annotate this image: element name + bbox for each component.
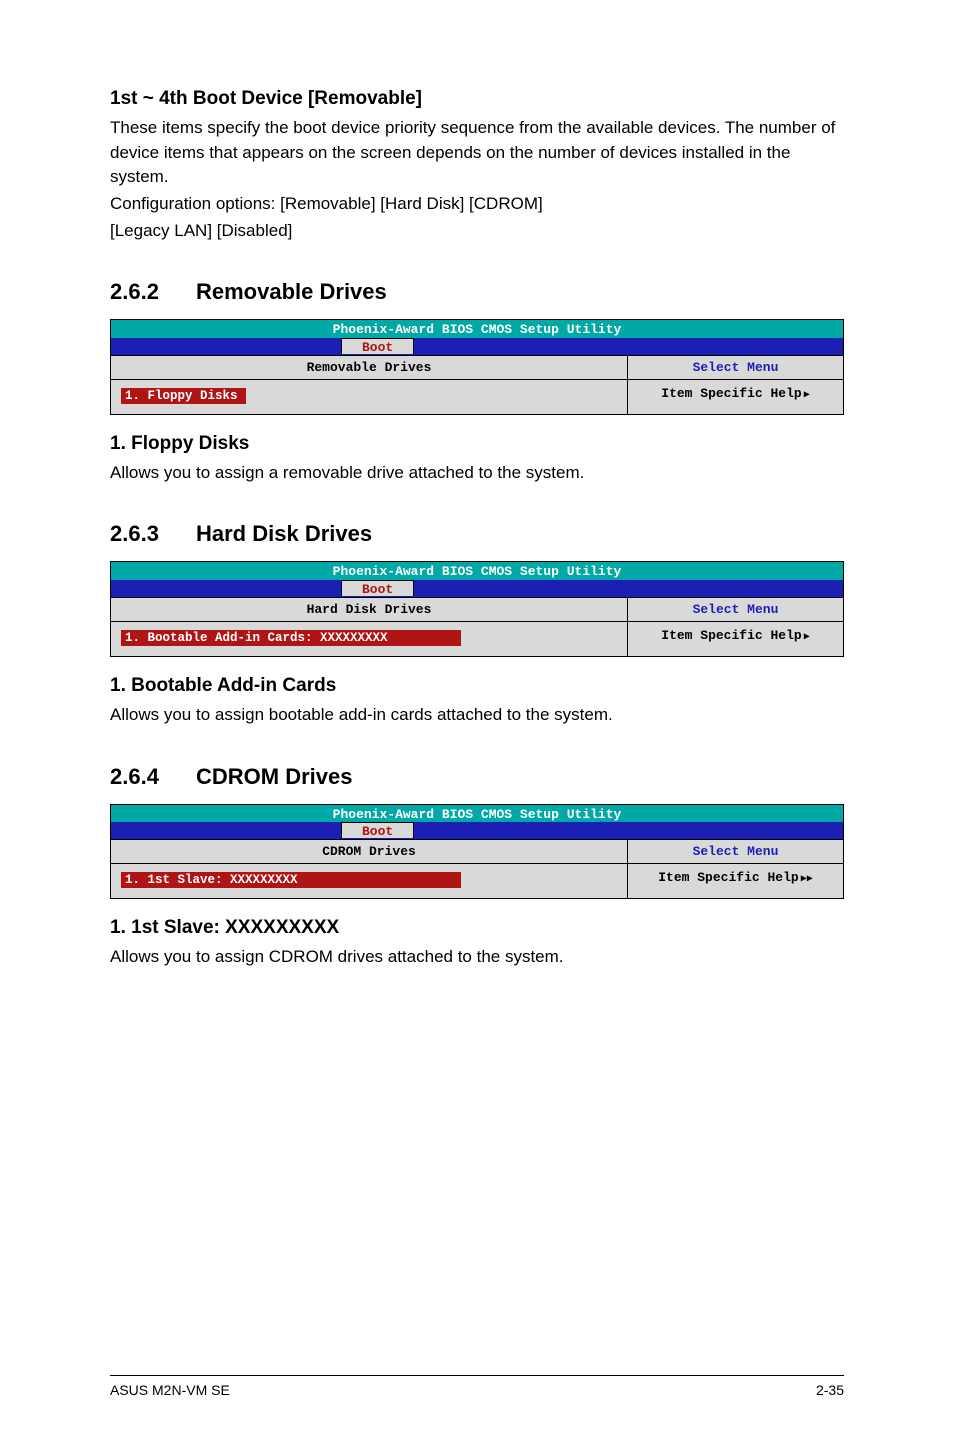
bios-panel-title: Hard Disk Drives: [111, 598, 628, 621]
bios-content-row: 1. Floppy Disks Item Specific Help▶: [111, 379, 843, 414]
bios-tab-row: Boot: [111, 338, 843, 355]
bios-tab-boot: Boot: [341, 822, 414, 838]
bios-title-bar: Phoenix-Award BIOS CMOS Setup Utility: [111, 805, 843, 823]
section-263-name: Hard Disk Drives: [196, 521, 372, 547]
bios-tab-boot: Boot: [341, 338, 414, 354]
bios-select-menu-label: Select Menu: [628, 598, 843, 621]
triangle-right-icon: ▶: [804, 633, 810, 643]
heading-bootable-addin: 1. Bootable Add-in Cards: [110, 675, 844, 697]
bios-panel-title: CDROM Drives: [111, 840, 628, 863]
bios-content-row: 1. Bootable Add-in Cards: XXXXXXXXX Item…: [111, 621, 843, 656]
section-262-number: 2.6.2: [110, 279, 166, 305]
section-264-number: 2.6.4: [110, 764, 166, 790]
bios-screenshot-harddisk: Phoenix-Award BIOS CMOS Setup Utility Bo…: [110, 561, 844, 657]
bios-header-row: CDROM Drives Select Menu: [111, 839, 843, 863]
section-264-name: CDROM Drives: [196, 764, 352, 790]
bios-help-text: Item Specific Help: [661, 628, 801, 643]
paragraph-addin-desc: Allows you to assign bootable add-in car…: [110, 703, 844, 728]
bios-tab-row: Boot: [111, 822, 843, 839]
section-263-number: 2.6.3: [110, 521, 166, 547]
bios-tab-row: Boot: [111, 580, 843, 597]
bios-title-bar: Phoenix-Award BIOS CMOS Setup Utility: [111, 562, 843, 580]
section-262-name: Removable Drives: [196, 279, 387, 305]
bios-tab-boot: Boot: [341, 580, 414, 596]
bios-item-list: 1. Floppy Disks: [111, 380, 628, 414]
triangle-right-icon: ▶: [804, 391, 810, 401]
bios-help-text: Item Specific Help: [658, 870, 798, 885]
heading-boot-device: 1st ~ 4th Boot Device [Removable]: [110, 88, 844, 110]
heading-floppy-disks: 1. Floppy Disks: [110, 433, 844, 455]
bios-header-row: Removable Drives Select Menu: [111, 355, 843, 379]
paragraph-config-options-2: [Legacy LAN] [Disabled]: [110, 219, 844, 244]
section-263-title: 2.6.3 Hard Disk Drives: [110, 521, 844, 547]
heading-1st-slave: 1. 1st Slave: XXXXXXXXX: [110, 917, 844, 939]
bios-select-menu-label: Select Menu: [628, 356, 843, 379]
bios-header-row: Hard Disk Drives Select Menu: [111, 597, 843, 621]
bios-help-panel: Item Specific Help▶: [628, 622, 843, 656]
footer-product: ASUS M2N-VM SE: [110, 1382, 230, 1398]
paragraph-config-options: Configuration options: [Removable] [Hard…: [110, 192, 844, 217]
bios-selected-item-floppy: 1. Floppy Disks: [121, 388, 246, 404]
paragraph-boot-desc: These items specify the boot device prio…: [110, 116, 844, 190]
bios-screenshot-removable: Phoenix-Award BIOS CMOS Setup Utility Bo…: [110, 319, 844, 415]
bios-item-list: 1. 1st Slave: XXXXXXXXX: [111, 864, 628, 898]
page-footer: ASUS M2N-VM SE 2-35: [110, 1375, 844, 1398]
bios-selected-item-slave: 1. 1st Slave: XXXXXXXXX: [121, 872, 461, 888]
bios-help-text: Item Specific Help: [661, 386, 801, 401]
bios-selected-item-addin: 1. Bootable Add-in Cards: XXXXXXXXX: [121, 630, 461, 646]
bios-panel-title: Removable Drives: [111, 356, 628, 379]
footer-page-number: 2-35: [816, 1382, 844, 1398]
bios-help-panel: Item Specific Help▶: [628, 380, 843, 414]
bios-screenshot-cdrom: Phoenix-Award BIOS CMOS Setup Utility Bo…: [110, 804, 844, 900]
bios-help-panel: Item Specific Help▶▶: [628, 864, 843, 898]
paragraph-floppy-desc: Allows you to assign a removable drive a…: [110, 461, 844, 486]
section-262-title: 2.6.2 Removable Drives: [110, 279, 844, 305]
paragraph-cdrom-desc: Allows you to assign CDROM drives attach…: [110, 945, 844, 970]
bios-item-list: 1. Bootable Add-in Cards: XXXXXXXXX: [111, 622, 628, 656]
section-264-title: 2.6.4 CDROM Drives: [110, 764, 844, 790]
bios-select-menu-label: Select Menu: [628, 840, 843, 863]
bios-content-row: 1. 1st Slave: XXXXXXXXX Item Specific He…: [111, 863, 843, 898]
triangle-right-icon: ▶▶: [801, 875, 813, 885]
bios-title-bar: Phoenix-Award BIOS CMOS Setup Utility: [111, 320, 843, 338]
